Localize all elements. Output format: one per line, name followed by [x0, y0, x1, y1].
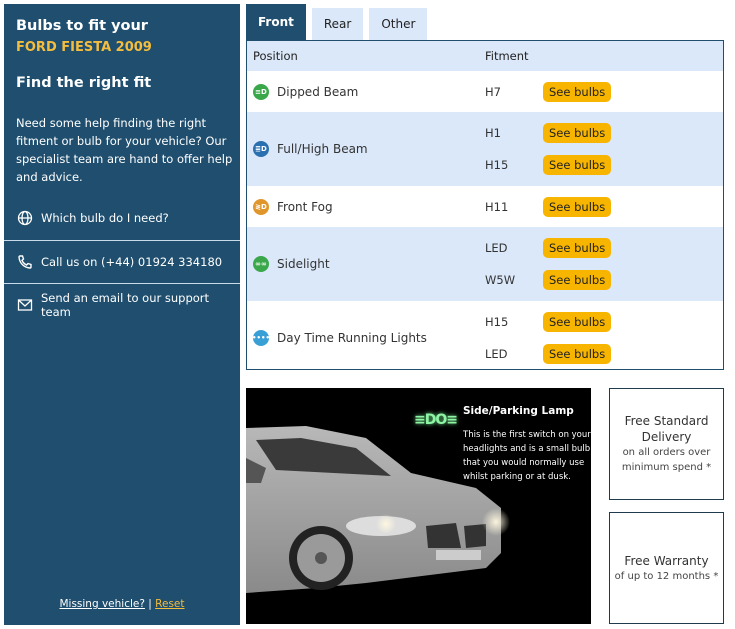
free-delivery-box: Free Standard Delivery on all orders ove…: [609, 388, 724, 500]
table-row: ∞∞ Sidelight LED See bulbs W5W See bulbs: [247, 227, 723, 301]
fitment-line: W5W See bulbs: [479, 264, 723, 296]
table-row: ≷D Front Fog H11 See bulbs: [247, 186, 723, 227]
see-bulbs-button[interactable]: See bulbs: [543, 312, 612, 332]
missing-vehicle-link[interactable]: Missing vehicle?: [59, 598, 144, 610]
see-bulbs-button[interactable]: See bulbs: [543, 270, 612, 290]
promo-title: Side/Parking Lamp: [463, 405, 574, 417]
call-us-link[interactable]: Call us on (+44) 01924 334180: [4, 240, 240, 282]
position-cell: ∞∞ Sidelight: [247, 227, 479, 301]
fitment-line: H1 See bulbs: [479, 117, 723, 149]
high-beam-icon: ≣D: [253, 141, 269, 157]
position-label: Day Time Running Lights: [277, 331, 427, 345]
free-warranty-box: Free Warranty of up to 12 months *: [609, 512, 724, 624]
header-fitment: Fitment: [485, 49, 529, 63]
fitment-cell: H11 See bulbs: [479, 186, 723, 227]
help-text: Need some help finding the right fitment…: [16, 116, 233, 184]
sidebar-title: Bulbs to fit your: [16, 18, 148, 34]
side-parking-lamp-icon: ≡DO≡: [414, 412, 458, 428]
see-bulbs-button[interactable]: See bulbs: [543, 155, 612, 175]
dipped-beam-icon: ≡D: [253, 83, 269, 100]
free-delivery-subtitle: on all orders over minimum spend *: [621, 447, 712, 473]
fitment-code: H11: [485, 199, 509, 214]
free-warranty-subtitle: of up to 12 months *: [614, 570, 719, 582]
free-warranty-title: Free Warranty: [624, 553, 709, 568]
position-label: Front Fog: [277, 199, 333, 214]
email-support-link[interactable]: Send an email to our support team: [4, 283, 240, 325]
fitment-line: H7 See bulbs: [479, 76, 723, 108]
position-label: Dipped Beam: [277, 84, 359, 99]
promo-banner: ≡DO≡ Side/Parking Lamp This is the first…: [246, 388, 591, 624]
fitment-line: LED See bulbs: [479, 232, 723, 264]
which-bulb-link[interactable]: Which bulb do I need?: [4, 197, 240, 239]
fitment-cell: H7 See bulbs: [479, 71, 723, 112]
drl-icon: ••••: [252, 330, 270, 346]
free-delivery-title: Free Standard Delivery: [624, 414, 709, 444]
fitment-cell: LED See bulbs W5W See bulbs: [479, 227, 723, 301]
fog-light-icon: ≷D: [253, 198, 269, 215]
position-label: Full/High Beam: [277, 142, 368, 156]
sidelight-icon: ∞∞: [253, 256, 269, 272]
email-support-label: Send an email to our support team: [41, 290, 210, 319]
fitment-code: LED: [485, 241, 508, 255]
fitment-code: H15: [485, 315, 509, 329]
fitment-line: LED See bulbs: [479, 338, 723, 370]
see-bulbs-button[interactable]: See bulbs: [543, 344, 612, 364]
sidebar-footer: Missing vehicle? | Reset: [4, 598, 240, 610]
which-bulb-label: Which bulb do I need?: [41, 211, 169, 225]
position-label: Sidelight: [277, 257, 330, 271]
position-cell: ≷D Front Fog: [247, 186, 479, 227]
see-bulbs-button[interactable]: See bulbs: [543, 81, 612, 102]
footer-separator: |: [148, 598, 152, 610]
find-fit-heading: Find the right fit: [16, 75, 152, 91]
reset-link[interactable]: Reset: [155, 598, 184, 610]
position-tabs: Front Rear Other: [246, 4, 433, 40]
fitment-line: H15 See bulbs: [479, 306, 723, 338]
fitment-code: W5W: [485, 273, 516, 287]
tab-rear[interactable]: Rear: [311, 8, 364, 40]
phone-icon: [17, 254, 33, 270]
fitment-cell: H1 See bulbs H15 See bulbs: [479, 112, 723, 186]
table-row: ≡D Dipped Beam H7 See bulbs: [247, 71, 723, 112]
fitment-code: H1: [485, 126, 501, 140]
header-position: Position: [253, 49, 298, 63]
fitment-code: H15: [485, 158, 509, 172]
see-bulbs-button[interactable]: See bulbs: [543, 238, 612, 258]
tab-front[interactable]: Front: [246, 4, 306, 40]
envelope-icon: [17, 297, 33, 313]
table-row: ≣D Full/High Beam H1 See bulbs H15 See bulbs: [247, 112, 723, 186]
fitment-table: Position Fitment ≡D Dipped Beam H7 See bulb…: [246, 40, 724, 370]
see-bulbs-button[interactable]: See bulbs: [543, 123, 612, 143]
fitment-line: H11 See bulbs: [479, 191, 723, 223]
call-us-label: Call us on (+44) 01924 334180: [41, 254, 223, 269]
position-cell: ≣D Full/High Beam: [247, 112, 479, 186]
globe-icon: [17, 210, 33, 226]
table-row: •••• Day Time Running Lights H15 See bulbs L…: [247, 301, 723, 375]
tab-other[interactable]: Other: [369, 8, 428, 40]
vehicle-name: FORD FIESTA 2009: [16, 40, 152, 55]
sidebar: Bulbs to fit your FORD FIESTA 2009 Find …: [4, 4, 240, 625]
promo-text: This is the first switch on your headlig…: [463, 430, 591, 482]
fitment-cell: H15 See bulbs LED See bulbs: [479, 301, 723, 375]
see-bulbs-button[interactable]: See bulbs: [543, 196, 612, 217]
fitment-line: H15 See bulbs: [479, 149, 723, 181]
table-header: Position Fitment: [247, 41, 723, 71]
position-cell: ≡D Dipped Beam: [247, 71, 479, 112]
fitment-code: H7: [485, 84, 501, 99]
position-cell: •••• Day Time Running Lights: [247, 301, 479, 375]
fitment-code: LED: [485, 347, 508, 361]
